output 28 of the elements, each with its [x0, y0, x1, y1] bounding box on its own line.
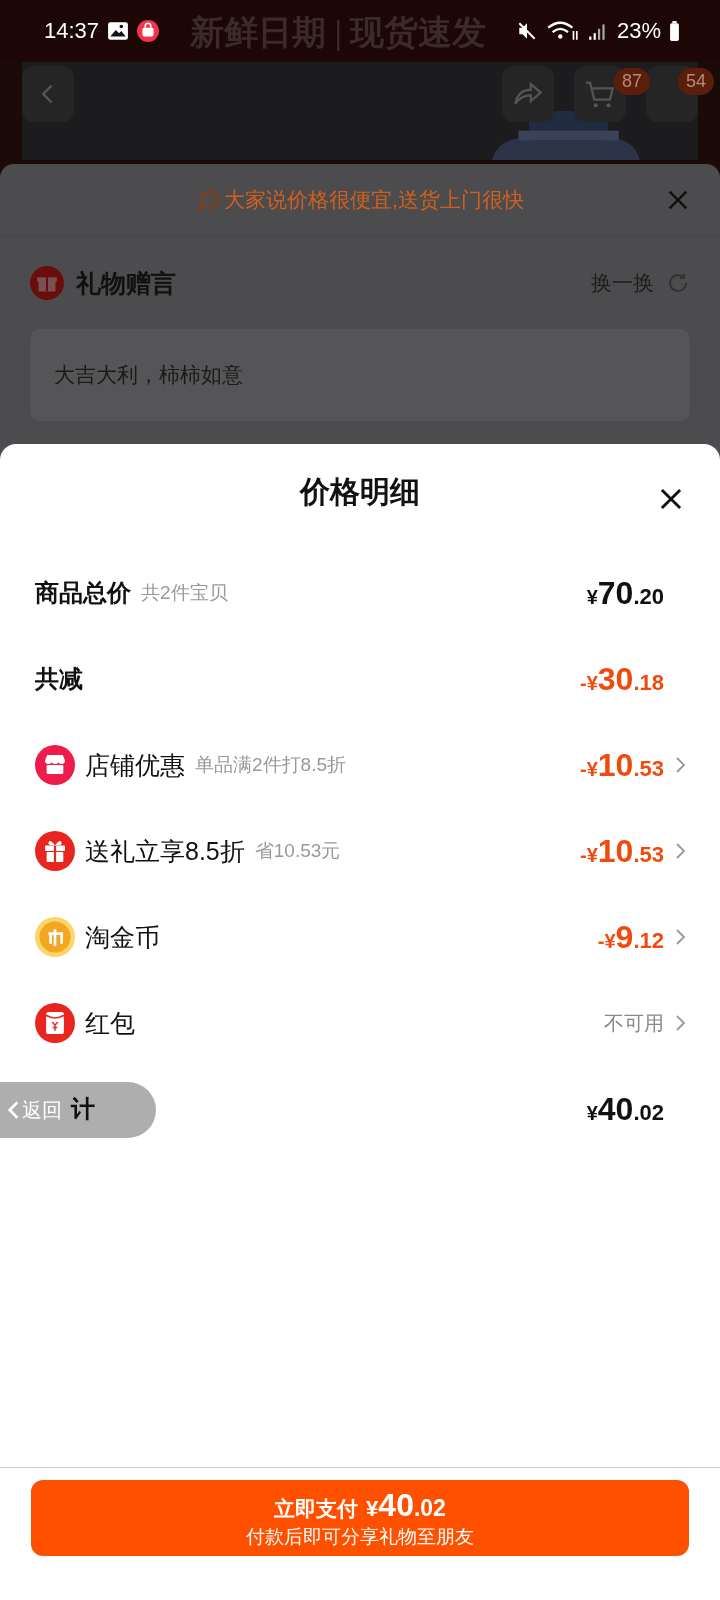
- discount-amount: -¥10.53: [580, 832, 664, 870]
- discount-amount: -¥9.12: [597, 918, 664, 956]
- gift-message-title: 礼物赠言: [76, 267, 176, 299]
- discount-label: 送礼立享8.5折: [85, 835, 245, 867]
- discount-label: 红包: [85, 1007, 135, 1039]
- discount-row[interactable]: 店铺优惠 单品满2件打8.5折 -¥10.53: [0, 722, 720, 808]
- status-time: 14:37: [44, 18, 100, 44]
- sheet-title: 价格明细: [300, 473, 420, 510]
- discount-label: 淘金币: [85, 921, 160, 953]
- discount-row[interactable]: 送礼立享8.5折 省10.53元 -¥10.53: [0, 808, 720, 894]
- discount-row[interactable]: 红包 不可用: [0, 980, 720, 1066]
- total-label: 计: [71, 1094, 95, 1124]
- item-count: 共2件宝贝: [141, 581, 228, 605]
- discount-note: 单品满2件打8.5折: [195, 753, 346, 777]
- subtotal-amount: ¥70.20: [586, 574, 664, 612]
- subtotal-label: 商品总价: [35, 578, 131, 608]
- more-badge: 54: [678, 68, 715, 95]
- discount-label: 共减: [35, 664, 83, 694]
- total-amount: ¥40.02: [586, 1090, 664, 1128]
- discount-note: 省10.53元: [254, 839, 341, 863]
- discount-amount: -¥10.53: [580, 746, 664, 784]
- unavailable-text: 不可用: [604, 1010, 664, 1036]
- discount-amount: -¥30.18: [580, 660, 664, 698]
- battery-percent: 23%: [616, 18, 661, 44]
- gift-message-text: 大吉大利，柿柿如意: [54, 362, 243, 388]
- discount-label: 店铺优惠: [85, 749, 185, 781]
- tip-text: 大家说价格很便宜,送货上门很快: [224, 187, 524, 213]
- discount-row[interactable]: 淘金币 -¥9.12: [0, 894, 720, 980]
